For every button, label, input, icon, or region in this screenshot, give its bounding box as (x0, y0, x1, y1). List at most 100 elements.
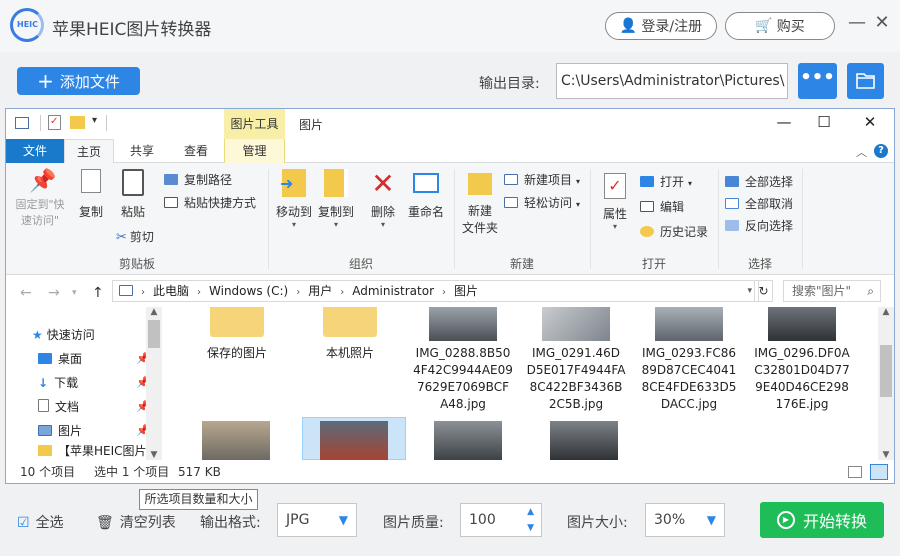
select-all-button[interactable]: 全部选择 (725, 173, 793, 190)
details-view-icon[interactable] (848, 466, 862, 478)
login-button[interactable]: 👤 登录/注册 (605, 12, 717, 40)
help-icon[interactable]: ? (874, 144, 888, 158)
stepper-down-icon[interactable]: ▼ (527, 512, 534, 544)
file-list-scrollbar[interactable]: ▲ ▼ (878, 307, 894, 460)
clear-list-label: 清空列表 (119, 515, 176, 531)
image-thumbnail[interactable] (550, 421, 618, 460)
tab-view[interactable]: 查看 (170, 139, 222, 163)
pin-quick-access-button[interactable]: 📌 固定到"快速访问" (14, 169, 66, 229)
nav-quick-access[interactable]: ★ 快速访问 (32, 323, 142, 347)
nav-heic-folder[interactable]: 【苹果HEIC图片 (38, 443, 148, 460)
properties-button[interactable]: ✓ 属性 ▾ (598, 169, 632, 231)
address-bar[interactable]: › 此电脑 › Windows (C:) › 用户 › Administrator › 图片 ▾ (112, 280, 759, 302)
trash-icon: 🗑 (96, 515, 114, 531)
pictures-icon (38, 425, 52, 436)
file-item-camera-roll[interactable]: 本机照片 (295, 307, 405, 362)
properties-label: 属性 (602, 207, 627, 221)
nav-desktop[interactable]: 桌面 📌 (38, 347, 148, 371)
paste-shortcut-icon (164, 197, 178, 208)
rename-button[interactable]: 重命名 (404, 169, 448, 220)
breadcrumb-users[interactable]: 用户 (308, 284, 332, 298)
file-item-img-0296[interactable]: IMG_0296.DF0A C32801D04D77 9E40D46CE298 … (747, 307, 857, 413)
breadcrumb-administrator[interactable]: Administrator (352, 284, 434, 298)
breadcrumb-c-drive[interactable]: Windows (C:) (209, 284, 288, 298)
nav-documents[interactable]: 文档 📌 (38, 395, 148, 419)
file-item-saved-pictures[interactable]: 保存的图片 (182, 307, 292, 362)
new-folder-quick-icon[interactable] (70, 116, 85, 129)
copy-path-button[interactable]: 复制路径 (164, 171, 232, 188)
format-select[interactable]: JPG ▼ (277, 503, 357, 537)
history-button[interactable]: 历史记录 (640, 223, 708, 240)
back-icon[interactable]: ← (20, 285, 32, 301)
recent-dropdown-icon[interactable]: ▾ (72, 288, 77, 298)
nav-scroll-thumb[interactable] (148, 320, 160, 348)
paste-button[interactable]: 粘贴 (118, 169, 148, 220)
new-group-label: 新建 (509, 257, 534, 271)
forward-icon[interactable]: → (48, 285, 60, 301)
open-folder-button[interactable] (847, 63, 884, 99)
delete-button[interactable]: ✕ 删除 ▾ (366, 167, 400, 230)
new-item-button[interactable]: 新建项目 ▾ (504, 171, 580, 188)
nav-pictures[interactable]: 图片 📌 (38, 419, 148, 443)
explorer-minimize-button[interactable]: — (772, 113, 796, 135)
quality-value: 100 (469, 512, 496, 528)
browse-more-button[interactable]: ••• (798, 63, 837, 99)
pin-icon: 📌 (29, 169, 57, 194)
title-bar: HEIC 苹果HEIC图片转换器 👤 登录/注册 🛒 购买 — ✕ (0, 0, 900, 52)
tab-file[interactable]: 文件 (6, 139, 64, 163)
cut-button[interactable]: ✂ 剪切 (116, 228, 154, 245)
move-to-icon: ➜ (280, 169, 306, 197)
copy-to-button[interactable]: 复制到 ▾ (316, 169, 356, 229)
large-icons-view-icon[interactable] (870, 464, 888, 480)
file-item-selected[interactable] (302, 417, 406, 460)
file-item-img-0291[interactable]: IMG_0291.46D D5E017F4944FA 8C422BF3436B … (521, 307, 631, 413)
breadcrumb-pictures[interactable]: 图片 (454, 284, 478, 298)
image-thumbnail[interactable] (202, 421, 270, 460)
delete-x-icon: ✕ (371, 167, 395, 200)
explorer-search-input[interactable]: 搜索"图片" ⌕ (783, 280, 881, 302)
tab-home[interactable]: 主页 (64, 139, 114, 163)
copy-button[interactable]: 复制 (76, 169, 106, 220)
copy-to-label: 复制到 (317, 205, 354, 219)
ribbon-home: 📌 固定到"快速访问" 复制 粘贴 复制路径 粘贴快捷方式 ✂ 剪切 剪贴板 ➜ … (6, 163, 894, 275)
select-none-button[interactable]: 全部取消 (725, 195, 793, 212)
plus-icon: + (37, 69, 54, 93)
up-icon[interactable]: ↑ (92, 285, 104, 301)
nav-pane-scrollbar[interactable]: ▲ ▼ (146, 307, 162, 460)
clear-list-button[interactable]: 🗑 清空列表 (96, 512, 176, 532)
invert-selection-label: 反向选择 (745, 219, 794, 233)
paste-shortcut-button[interactable]: 粘贴快捷方式 (164, 194, 256, 211)
tab-manage[interactable]: 管理 (224, 139, 285, 163)
collapse-ribbon-icon[interactable]: ︿ (856, 144, 867, 160)
move-to-button[interactable]: ➜ 移动到 ▾ (274, 169, 314, 229)
file-item-img-0293[interactable]: IMG_0293.FC86 89D87CEC4041 8CE4FDE633D5 … (634, 307, 744, 413)
select-all-label: 全选 (35, 515, 64, 531)
image-thumbnail[interactable] (434, 421, 502, 460)
add-files-button[interactable]: + 添加文件 (17, 67, 140, 95)
size-select[interactable]: 30% ▼ (645, 503, 725, 537)
refresh-icon[interactable]: ↻ (754, 280, 773, 302)
status-tooltip: 所选项目数量和大小 (139, 489, 258, 510)
select-all-checkbox[interactable]: ☑ 全选 (17, 512, 64, 532)
file-scroll-thumb[interactable] (880, 345, 892, 397)
output-dir-field[interactable]: C:\Users\Administrator\Pictures\ (556, 63, 788, 99)
minimize-button[interactable]: — (846, 12, 868, 34)
new-folder-button[interactable]: 新建 文件夹 (458, 169, 502, 237)
explorer-maximize-button[interactable]: ☐ (812, 113, 836, 135)
open-button[interactable]: 打开 ▾ (640, 173, 692, 190)
file-item-img-0288[interactable]: IMG_0288.8B50 4F42C9944AE09 7629E7069BCF… (408, 307, 518, 413)
invert-selection-button[interactable]: 反向选择 (725, 217, 793, 234)
address-dropdown-icon[interactable]: ▾ (747, 281, 752, 301)
properties-quick-icon[interactable]: ✓ (48, 115, 61, 130)
buy-button[interactable]: 🛒 购买 (725, 12, 835, 40)
quick-access-dropdown-icon[interactable]: ▾ (92, 115, 97, 126)
nav-downloads[interactable]: ↓ 下载 📌 (38, 371, 148, 395)
close-button[interactable]: ✕ (871, 12, 893, 34)
edit-button[interactable]: 编辑 (640, 198, 684, 215)
start-convert-button[interactable]: ▶ 开始转换 (760, 502, 884, 538)
tab-share[interactable]: 共享 (116, 139, 168, 163)
easy-access-button[interactable]: 轻松访问 ▾ (504, 194, 580, 211)
breadcrumb-pc[interactable]: 此电脑 (153, 284, 189, 298)
quality-stepper[interactable]: 100 ▲ ▼ (460, 503, 542, 537)
explorer-close-button[interactable]: ✕ (858, 113, 882, 135)
